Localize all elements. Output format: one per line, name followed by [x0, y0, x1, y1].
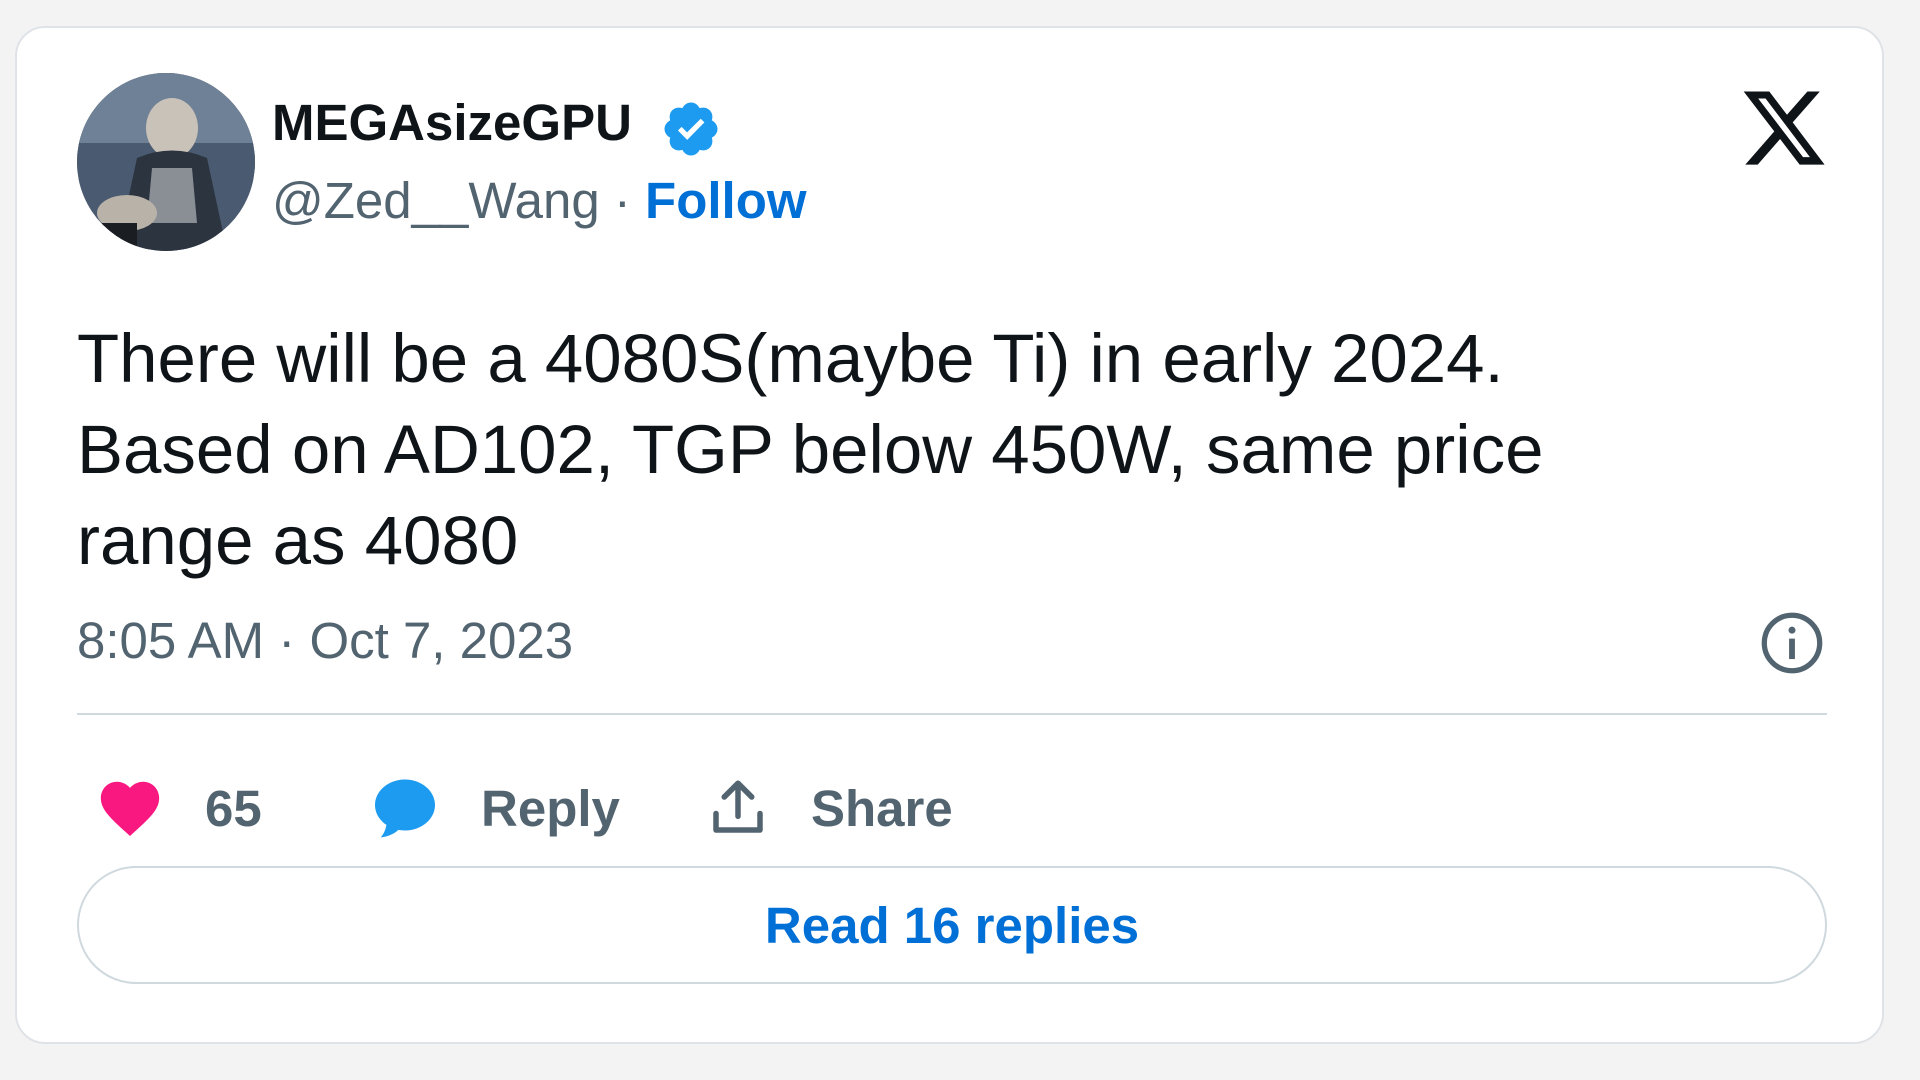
divider	[77, 713, 1827, 715]
tweet-card: MEGAsizeGPU @Zed__Wang · Follow There wi…	[15, 26, 1884, 1044]
like-button[interactable]: 65	[95, 763, 262, 853]
timestamp[interactable]: 8:05 AM · Oct 7, 2023	[77, 608, 573, 674]
heart-icon	[100, 781, 160, 836]
handle[interactable]: @Zed__Wang	[272, 172, 600, 229]
share-upload-icon	[713, 780, 763, 833]
read-replies-label: Read 16 replies	[764, 896, 1140, 954]
info-icon[interactable]	[1757, 608, 1827, 678]
x-logo-icon[interactable]	[1739, 83, 1829, 173]
speech-bubble-icon	[375, 779, 435, 838]
read-replies-button[interactable]: Read 16 replies	[77, 866, 1827, 984]
follow-button[interactable]: Follow	[645, 172, 806, 229]
share-button[interactable]: Share	[705, 763, 953, 853]
reply-label: Reply	[481, 779, 620, 837]
verified-badge-icon	[660, 98, 722, 160]
reply-button[interactable]: Reply	[369, 763, 620, 853]
separator: ·	[599, 172, 646, 229]
avatar[interactable]	[77, 73, 255, 251]
like-count: 65	[205, 779, 262, 837]
handle-row: @Zed__Wang · Follow	[272, 168, 807, 234]
share-label: Share	[811, 779, 953, 837]
tweet-text: There will be a 4080S(maybe Ti) in early…	[77, 320, 1544, 579]
display-name[interactable]: MEGAsizeGPU	[272, 90, 632, 156]
